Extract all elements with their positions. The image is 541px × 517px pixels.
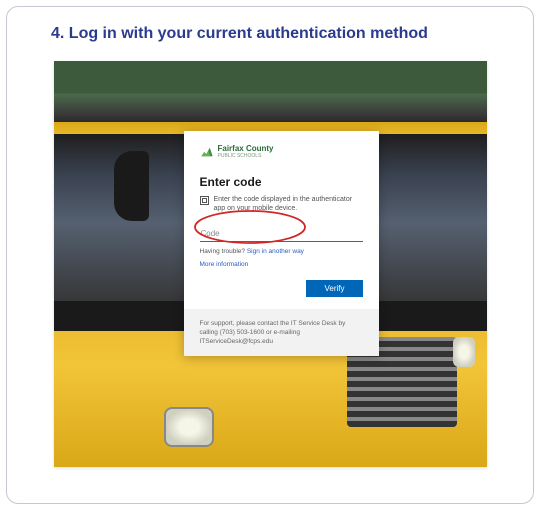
code-input[interactable] bbox=[200, 226, 363, 242]
org-logo-icon bbox=[200, 145, 214, 159]
instruction-step-card: 4. Log in with your current authenticati… bbox=[6, 6, 534, 504]
screenshot-frame: Fairfax County PUBLIC SCHOOLS Enter code… bbox=[54, 61, 487, 467]
org-name: Fairfax County bbox=[218, 145, 274, 153]
trouble-row: Having trouble? Sign in another way bbox=[200, 248, 363, 255]
authenticator-app-icon bbox=[200, 196, 209, 205]
bus-mirror bbox=[114, 151, 149, 221]
code-input-wrap bbox=[200, 223, 363, 242]
bus-headlight-right bbox=[453, 337, 475, 367]
more-information-link[interactable]: More information bbox=[200, 261, 363, 268]
verify-button[interactable]: Verify bbox=[306, 280, 362, 297]
login-heading: Enter code bbox=[200, 175, 363, 189]
support-footer: For support, please contact the IT Servi… bbox=[184, 309, 379, 356]
sign-in-another-way-link[interactable]: Sign in another way bbox=[247, 248, 304, 255]
instruction-text: Enter the code displayed in the authenti… bbox=[214, 195, 363, 213]
org-logo-text-wrap: Fairfax County PUBLIC SCHOOLS bbox=[218, 145, 274, 159]
instruction-row: Enter the code displayed in the authenti… bbox=[200, 195, 363, 213]
login-dialog: Fairfax County PUBLIC SCHOOLS Enter code… bbox=[184, 131, 379, 356]
bus-headlight-left bbox=[164, 407, 214, 447]
step-title: 4. Log in with your current authenticati… bbox=[51, 25, 509, 43]
org-logo: Fairfax County PUBLIC SCHOOLS bbox=[200, 145, 363, 159]
trouble-prefix: Having trouble? bbox=[200, 248, 247, 255]
verify-row: Verify bbox=[200, 278, 363, 297]
login-body: Fairfax County PUBLIC SCHOOLS Enter code… bbox=[184, 131, 379, 309]
org-sub: PUBLIC SCHOOLS bbox=[218, 153, 274, 159]
